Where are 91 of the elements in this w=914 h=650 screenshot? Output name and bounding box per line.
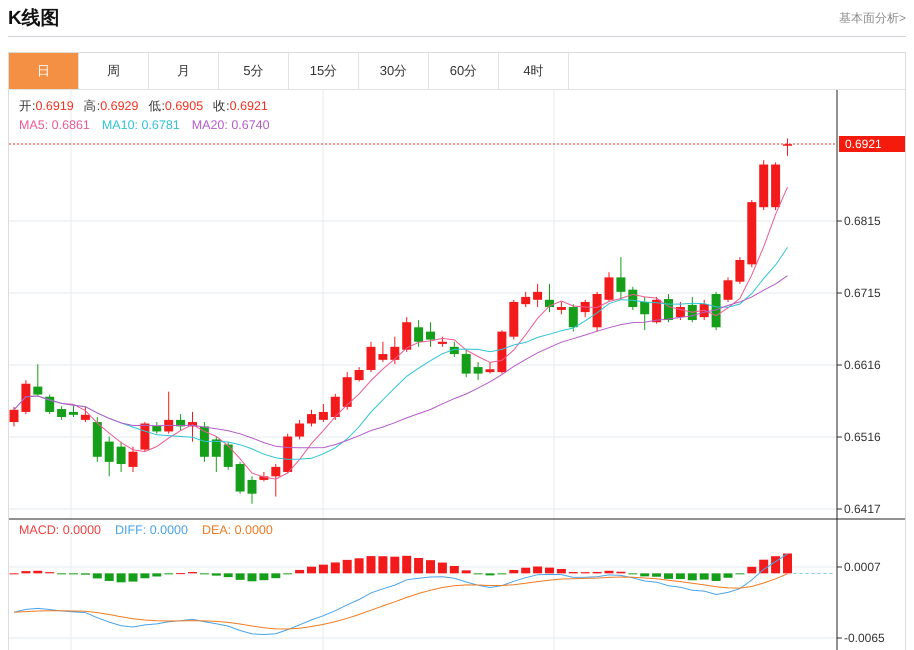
rising-candle xyxy=(378,341,388,363)
rising-candle xyxy=(521,291,530,308)
falling-candle xyxy=(57,406,66,420)
rising-candle xyxy=(771,162,780,211)
period-tab[interactable]: 60分 xyxy=(429,53,499,89)
falling-candle xyxy=(33,364,42,398)
price-axis-label: 0.6715 xyxy=(844,286,881,300)
last-price-tag: 0.6921 xyxy=(839,136,905,152)
falling-candle xyxy=(248,476,256,504)
falling-candle xyxy=(616,256,626,300)
falling-candle xyxy=(116,441,126,472)
price-axis-label: 0.6417 xyxy=(844,502,881,516)
rising-candle xyxy=(354,366,364,382)
rising-candle xyxy=(140,422,150,452)
rising-candle xyxy=(604,272,614,302)
period-tab[interactable]: 月 xyxy=(149,53,219,89)
falling-candle xyxy=(92,416,102,462)
period-tab[interactable]: 4时 xyxy=(499,53,569,89)
falling-candle xyxy=(426,322,435,348)
rising-candle xyxy=(330,393,340,420)
rising-candle xyxy=(438,336,447,348)
falling-candle xyxy=(414,320,424,348)
rising-candle xyxy=(21,380,30,415)
rising-candle xyxy=(497,330,506,374)
macd-readout: MACD: 0.0000 xyxy=(19,523,101,537)
moving-average-readout: MA5: 0.6861 xyxy=(19,118,90,132)
falling-candle xyxy=(640,296,650,331)
rising-candle xyxy=(164,391,174,434)
falling-candle xyxy=(450,341,459,358)
falling-candle xyxy=(200,422,209,462)
falling-candle xyxy=(568,304,578,332)
rising-candle xyxy=(676,301,685,321)
rising-candle xyxy=(580,299,590,318)
falling-candle xyxy=(628,286,638,310)
period-tab[interactable]: 30分 xyxy=(359,53,429,89)
rising-candle xyxy=(307,409,316,427)
rising-candle xyxy=(759,160,768,211)
falling-candle xyxy=(104,436,114,477)
rising-candle xyxy=(80,406,90,423)
rising-candle xyxy=(188,411,197,442)
fundamental-analysis-link[interactable]: 基本面分析> xyxy=(838,10,906,26)
page-title: K线图 xyxy=(8,7,60,31)
falling-candle xyxy=(664,294,673,323)
rising-candle xyxy=(128,446,138,472)
macd-readout: DEA: 0.0000 xyxy=(202,523,273,537)
rising-candle xyxy=(533,283,542,308)
macd-readout: DIFF: 0.0000 xyxy=(114,523,188,537)
rising-candle xyxy=(509,299,518,340)
rising-candle xyxy=(295,419,304,440)
rising-candle xyxy=(724,276,732,302)
macd-axis-label: 0.0007 xyxy=(844,560,881,574)
rising-candle xyxy=(259,471,268,482)
rising-candle xyxy=(10,406,18,427)
period-tab[interactable]: 5分 xyxy=(219,53,289,89)
price-axis-label: 0.6815 xyxy=(844,214,881,228)
macd-axis-label: -0.0065 xyxy=(844,631,885,645)
rising-candle xyxy=(318,403,328,423)
rising-candle xyxy=(366,341,376,373)
falling-candle xyxy=(474,362,483,381)
rising-candle xyxy=(556,301,566,315)
moving-average-readout: MA20: 0.6740 xyxy=(192,118,270,132)
rising-candle xyxy=(652,296,662,324)
rising-candle xyxy=(271,464,280,498)
moving-average-readout: MA10: 0.6781 xyxy=(102,118,180,132)
falling-candle xyxy=(45,394,54,415)
falling-candle xyxy=(224,441,233,470)
rising-candle xyxy=(402,316,412,352)
price-axis-label: 0.6616 xyxy=(844,358,881,372)
rising-candle xyxy=(700,299,709,321)
falling-candle xyxy=(462,349,471,378)
price-axis-label: 0.6516 xyxy=(844,430,881,444)
falling-candle xyxy=(712,291,721,331)
falling-candle xyxy=(69,403,78,418)
falling-candle xyxy=(236,461,245,494)
zero-line xyxy=(793,572,836,574)
falling-candle xyxy=(212,436,221,472)
rising-candle xyxy=(390,336,400,365)
rising-candle xyxy=(747,199,756,268)
falling-candle xyxy=(176,414,186,431)
rising-candle xyxy=(592,291,602,332)
rising-candle xyxy=(735,256,744,284)
falling-candle xyxy=(152,422,162,434)
falling-candle xyxy=(688,296,697,323)
period-tab[interactable]: 15分 xyxy=(289,53,359,89)
rising-candle xyxy=(283,433,292,474)
falling-candle xyxy=(545,283,554,313)
quote-readout: 开:0.6919 高:0.6929 低:0.6905 收:0.6921 xyxy=(19,99,268,113)
period-tab[interactable]: 周 xyxy=(79,53,149,89)
rising-candle xyxy=(342,372,352,410)
rising-candle xyxy=(486,362,494,374)
rising-candle xyxy=(783,138,792,156)
